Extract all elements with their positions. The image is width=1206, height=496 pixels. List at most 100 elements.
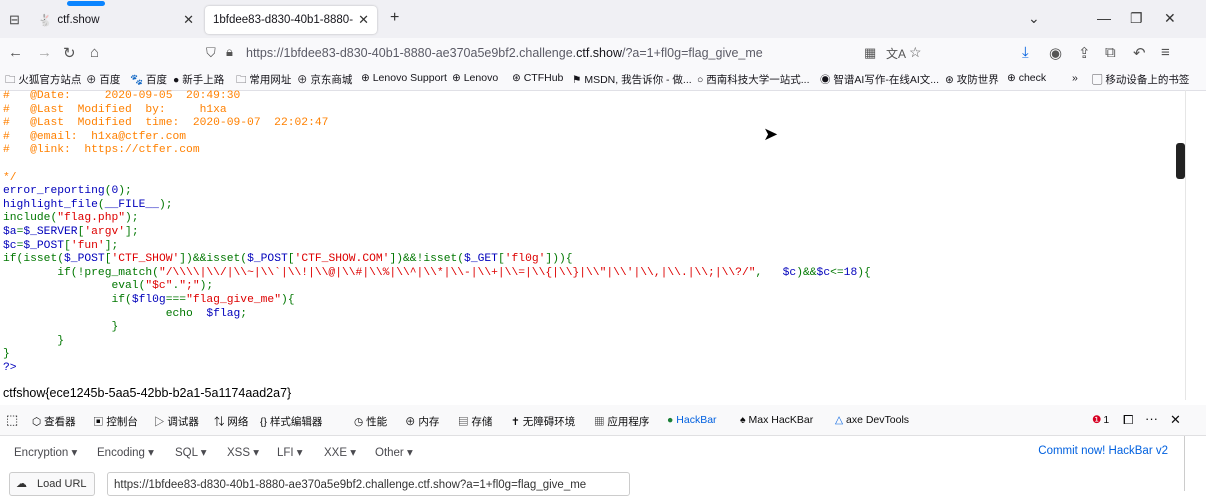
restore-icon[interactable]: ❐ [1130, 10, 1143, 27]
share-icon[interactable]: ⇪ [1078, 44, 1091, 62]
bookmark-item[interactable]: ⊛ 攻防世界 [945, 72, 999, 87]
bookmark-item[interactable]: 🗀 常用网址 [236, 72, 291, 90]
code-line: } [3, 348, 1183, 362]
code-line: include("flag.php"); [3, 212, 1183, 226]
close-tab-icon[interactable]: ✕ [358, 12, 369, 28]
bookmark-item[interactable]: ▢ 移动设备上的书签 [1092, 72, 1189, 87]
code-token: 'fun' [70, 239, 105, 252]
bookmark-item[interactable]: ⊕ 京东商城 [297, 72, 352, 87]
error-count-badge[interactable]: ❶1 [1092, 414, 1109, 426]
reload-icon[interactable]: ↻ [63, 44, 76, 62]
new-tab-button[interactable]: + [390, 9, 399, 27]
url-bar[interactable]: ⛉ 🔒︎ https://1bfdee83-d830-40b1-8880-ae3… [196, 41, 926, 65]
more-options-icon[interactable]: ··· [1145, 411, 1158, 426]
code-token: $c [782, 266, 797, 279]
load-url-button[interactable]: ☁ Load URL [9, 472, 95, 496]
code-token: ; [240, 307, 248, 320]
menu-other[interactable]: Other ▾ [375, 445, 413, 459]
dock-side-icon[interactable]: ⧠ [1123, 412, 1133, 428]
tab-challenge[interactable]: 1bfdee83-d830-40b1-8880-ae37 ✕ [205, 6, 377, 34]
code-token: "$c" [145, 280, 173, 293]
bookmark-item[interactable]: ⊕ check [1007, 72, 1046, 84]
menu-sql[interactable]: SQL ▾ [175, 445, 207, 459]
shield-icon[interactable]: ⛉ [206, 45, 216, 61]
account-icon[interactable]: ◉ [1049, 44, 1062, 62]
bookmark-item[interactable]: ◉ 智谱AI写作-在线AI文... [820, 72, 939, 87]
code-token: ]; [104, 239, 119, 252]
code-token: [ [287, 253, 295, 266]
hackbar-scrollbar[interactable] [1184, 436, 1185, 491]
code-line: # @Date: 2020-09-05 20:49:30 [3, 90, 1183, 104]
bookmark-item[interactable]: ○ 西南科技大学一站式... [697, 72, 810, 87]
bookmark-item[interactable]: ⊕ 百度 [86, 72, 120, 87]
bookmark-item[interactable]: ⊕ Lenovo [452, 72, 498, 84]
code-token: */ [3, 171, 17, 184]
menu-icon[interactable]: ≡ [1161, 44, 1170, 61]
extensions-icon[interactable]: ⧉ [1105, 44, 1116, 61]
code-token: ?> [3, 361, 17, 374]
tab-list-icon[interactable]: ⊟ [9, 12, 20, 28]
page-scrollbar-thumb[interactable] [1176, 143, 1185, 179]
close-tab-icon[interactable]: ✕ [183, 12, 194, 28]
code-token: 18 [843, 266, 858, 279]
code-token: # @Last Modified by: h1xa [3, 103, 227, 116]
devtools-tab-hackbar[interactable]: ● HackBar [667, 414, 717, 426]
bookmark-item[interactable]: ⊕ Lenovo Support [361, 72, 447, 84]
forward-icon[interactable]: → [37, 44, 52, 61]
code-token: } [3, 348, 10, 361]
devtools-tab-network[interactable]: ⇅ 网络 [214, 414, 248, 429]
code-token: $_SERVER [23, 225, 78, 238]
lock-icon[interactable]: 🔒︎ [226, 44, 233, 60]
devtools-tab-storage[interactable]: ▤ 存储 [458, 414, 492, 429]
tab-ctfshow[interactable]: 🐇 ctf.show ✕ [30, 6, 202, 34]
bookmark-star-icon[interactable]: ☆ [909, 44, 922, 61]
bookmark-item[interactable]: 🗀 火狐官方站点 [5, 72, 81, 90]
translate-icon[interactable]: 文A [886, 45, 906, 62]
code-token: $fl0g [131, 293, 166, 306]
commit-link[interactable]: Commit now! HackBar v2 [1038, 445, 1168, 457]
devtools-tab-performance[interactable]: ◷ 性能 [354, 414, 387, 429]
bookmark-item[interactable]: 🐾 百度 [130, 72, 167, 87]
code-token: __FILE__ [104, 198, 159, 211]
code-line: # @link: https://ctfer.com [3, 144, 1183, 158]
url-textarea[interactable]: https://1bfdee83-d830-40b1-8880-ae370a5e… [107, 472, 630, 496]
url-text[interactable]: https://1bfdee83-d830-40b1-8880-ae370a5e… [246, 46, 763, 60]
qr-code-icon[interactable]: ▦ [864, 45, 876, 61]
code-line: echo $flag; [3, 308, 1183, 322]
minimize-icon[interactable]: — [1097, 10, 1111, 26]
devtools-tab-inspector[interactable]: ⬡ 查看器 [32, 414, 76, 429]
download-icon[interactable]: ⤓ [1022, 44, 1029, 61]
element-picker-icon[interactable]: ⬚ [6, 412, 18, 428]
bookmarks-overflow-icon[interactable]: » [1072, 72, 1078, 84]
menu-xxe[interactable]: XXE ▾ [324, 445, 356, 459]
menu-xss[interactable]: XSS ▾ [227, 445, 259, 459]
devtools-tab-application[interactable]: ▦ 应用程序 [594, 414, 649, 429]
bookmark-item[interactable]: ● 新手上路 [173, 72, 224, 87]
code-token: ])&&!isset( [389, 253, 465, 266]
devtools-tab-debugger[interactable]: ▷ 调试器 [154, 414, 199, 429]
menu-encryption[interactable]: Encryption ▾ [14, 445, 77, 459]
cloud-icon: ☁ [16, 478, 27, 490]
devtools-tab-memory[interactable]: ⊕ 内存 [405, 414, 439, 429]
code-token: eval( [3, 280, 146, 293]
code-token: 'CTF_SHOW' [111, 253, 180, 266]
code-token: # @Date: 2020-09-05 20:49:30 [3, 90, 241, 102]
bookmark-item[interactable]: ⚑ MSDN, 我告诉你 - 做... [572, 72, 692, 87]
undo-icon[interactable]: ↶ [1133, 44, 1146, 62]
menu-lfi[interactable]: LFI ▾ [277, 445, 303, 459]
menu-encoding[interactable]: Encoding ▾ [97, 445, 154, 459]
devtools-tab-axe[interactable]: △ axe DevTools [835, 414, 909, 426]
tab-title: ctf.show [57, 14, 100, 26]
close-window-icon[interactable]: ✕ [1164, 10, 1176, 27]
page-scrollbar-track[interactable] [1185, 90, 1186, 400]
close-devtools-icon[interactable]: ✕ [1170, 412, 1181, 428]
list-all-tabs-icon[interactable]: ⌄ [1028, 10, 1040, 27]
devtools-tab-max-hackbar[interactable]: ♠ Max HacKBar [740, 414, 813, 426]
back-icon[interactable]: ← [8, 44, 23, 61]
bookmark-item[interactable]: ⊛ CTFHub [512, 72, 563, 84]
home-icon[interactable]: ⌂ [90, 44, 99, 61]
devtools-tab-style-editor[interactable]: {} 样式编辑器 [260, 414, 322, 429]
devtools-tab-console[interactable]: ▣ 控制台 [93, 414, 138, 429]
tab-title: 1bfdee83-d830-40b1-8880-ae37 [213, 14, 353, 26]
devtools-tab-accessibility[interactable]: ✝ 无障碍环境 [511, 414, 575, 429]
